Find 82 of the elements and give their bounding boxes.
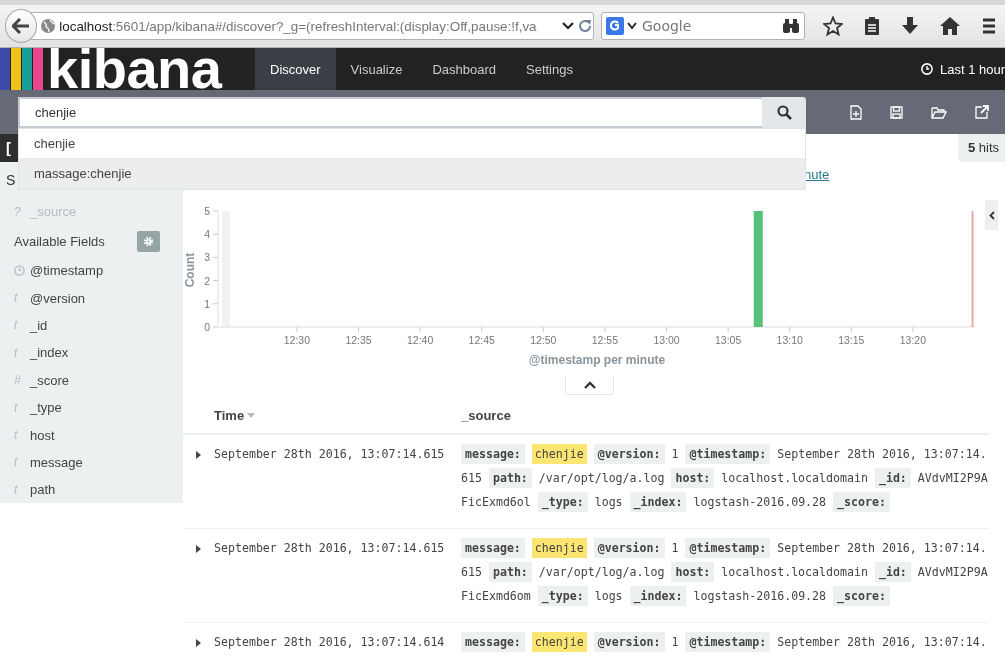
suggestion-item[interactable]: massage:chenjie <box>19 159 805 189</box>
source-text: message: chenjie @version: 1 @timestamp: September 28th 2016, 13:07:14.615 path: /var/opt/log/a.log host: localhost.localdomain _id: AVdvMI2P9AFicExmd6om _type: logs _index: logstash-2016.09.28 _score: <box>461 529 989 623</box>
axis-tick-label: 13:10 <box>776 334 803 346</box>
time-picker[interactable]: Last 1 hour <box>921 48 1005 90</box>
axis-tick-label: 13:15 <box>838 334 865 346</box>
nav-tab[interactable]: Discover <box>255 48 336 90</box>
axis-tick-label: 2 <box>204 274 210 287</box>
axis-tick-label: 13:00 <box>653 334 680 346</box>
globe-icon <box>40 18 57 34</box>
field-name[interactable]: path <box>30 482 56 498</box>
column-header[interactable]: _source <box>461 407 511 423</box>
axis-tick-label: 13:05 <box>715 334 742 346</box>
field-name[interactable]: _score <box>30 372 70 388</box>
expand-arrow-icon[interactable] <box>196 639 201 647</box>
hit-count: 5 hits <box>957 134 1005 162</box>
new-document-icon[interactable] <box>850 104 862 120</box>
home-icon[interactable] <box>939 16 961 36</box>
clock-icon <box>14 265 25 277</box>
save-icon[interactable] <box>890 105 903 119</box>
back-arrow-icon <box>12 18 31 34</box>
nav-tab[interactable]: Visualize <box>335 48 418 90</box>
axis-tick-label: 12:55 <box>591 334 619 346</box>
field-name[interactable]: @version <box>30 290 86 306</box>
axis-title: Count <box>183 252 197 288</box>
url-text: localhost:5601/app/kibana#/discover?_g=(refreshInterval:(display:Off,pause:!f,va <box>59 18 538 34</box>
section-heading: Available Fields <box>14 233 106 249</box>
time-cell: September 28th 2016, 13:07:14.615 <box>214 541 445 555</box>
web-search-input[interactable]: Google <box>640 17 779 35</box>
binoculars-icon[interactable] <box>782 18 800 34</box>
url-field[interactable]: localhost:5601/app/kibana#/discover?_g=(refreshInterval:(display:Off,pause:!f,va <box>31 12 594 40</box>
reload-icon[interactable] <box>577 18 593 34</box>
column-header[interactable]: Time <box>214 407 245 423</box>
caret-down-icon[interactable] <box>562 21 574 31</box>
field-type-glyph: ? <box>14 204 22 219</box>
download-icon[interactable] <box>901 16 919 36</box>
section-heading: S <box>6 172 16 188</box>
axis-tick-label: 0 <box>204 321 210 333</box>
axis-tick-label: 12:45 <box>468 334 495 346</box>
web-search-field[interactable]: Google <box>601 12 805 40</box>
expand-arrow-icon[interactable] <box>196 545 201 553</box>
field-name[interactable]: host <box>30 427 55 443</box>
search-engine-icon[interactable] <box>606 17 624 35</box>
axis-tick-label: 5 <box>204 205 210 217</box>
chevron-left-icon <box>988 210 995 220</box>
collapse-tab[interactable] <box>985 200 998 230</box>
axis-tick-label: 1 <box>204 297 210 310</box>
axis-tick-label: 13:20 <box>899 334 927 346</box>
clock-icon <box>921 62 933 76</box>
field-name[interactable]: @timestamp <box>30 263 104 279</box>
back-button[interactable] <box>5 9 38 43</box>
time-cell: September 28th 2016, 13:07:14.614 <box>214 635 445 649</box>
nav-tab[interactable]: Dashboard <box>417 48 511 90</box>
source-text: message: chenjie @version: 1 @timestamp: September 28th 2016, 13:07:14.615 path: /var/opt/log/a.log host: localhost.localdomain _id: AVdvMI2P9AFicExmd6ol _type: logs _index: logstash-2016.09.28 _score: <box>461 435 989 529</box>
axis-tick-label: 4 <box>204 228 210 241</box>
field-name[interactable]: _index <box>30 345 69 361</box>
nav-tab[interactable]: Settings <box>511 48 588 90</box>
folder-icon[interactable] <box>931 105 947 119</box>
external-link-icon[interactable] <box>975 105 989 119</box>
collapse-button[interactable] <box>565 376 614 395</box>
source-text: message: chenjie @version: 1 @timestamp: September 28th 2016, 13:07:14. <box>461 623 989 665</box>
axis-title: @timestamp per minute <box>528 353 666 367</box>
star-icon[interactable] <box>823 16 843 36</box>
search-icon <box>776 105 792 120</box>
index-pattern-title[interactable]: [ <box>0 134 18 162</box>
axis-tick-label: 12:40 <box>407 334 434 346</box>
clipboard-icon[interactable] <box>863 16 881 36</box>
caret-down-icon[interactable] <box>627 22 637 30</box>
field-name[interactable]: message <box>30 454 83 470</box>
axis-tick-label: 3 <box>204 251 210 264</box>
search-button[interactable] <box>762 97 806 128</box>
field-name[interactable]: _type <box>30 400 62 416</box>
time-cell: September 28th 2016, 13:07:14.615 <box>214 447 445 461</box>
axis-tick-label: 12:50 <box>530 334 557 346</box>
query-field[interactable]: chenjie <box>18 97 762 128</box>
chevron-up-icon <box>583 381 596 389</box>
axis-tick-label: 12:30 <box>283 334 311 346</box>
settings-icon <box>143 235 154 247</box>
axis-tick-label: 12:35 <box>345 334 372 346</box>
field-type-glyph: # <box>14 373 22 388</box>
field-name[interactable]: _id <box>30 317 48 333</box>
expand-arrow-icon[interactable] <box>196 451 201 459</box>
menu-icon[interactable] <box>981 17 995 35</box>
